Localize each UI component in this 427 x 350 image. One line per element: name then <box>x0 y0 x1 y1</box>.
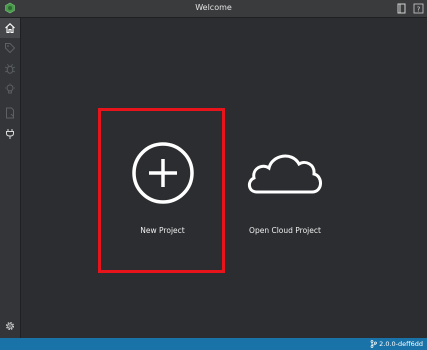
tag-icon <box>5 43 16 54</box>
sidebar-item-home[interactable] <box>0 18 20 38</box>
gear-icon <box>5 321 15 331</box>
book-icon[interactable] <box>396 3 407 14</box>
sidebar-item-document[interactable] <box>0 103 20 123</box>
branch-icon <box>370 340 377 348</box>
selection-highlight <box>98 108 225 273</box>
sidebar-item-debug[interactable] <box>0 59 20 79</box>
home-icon <box>5 23 15 34</box>
document-icon <box>6 107 14 119</box>
sidebar <box>0 18 21 338</box>
sidebar-item-tag[interactable] <box>0 38 20 58</box>
version-label: 2.0.0-deff6dd <box>379 340 423 348</box>
help-icon[interactable]: ? <box>413 3 424 14</box>
cloud-icon <box>248 154 322 194</box>
bug-icon <box>4 63 16 74</box>
open-cloud-project-card[interactable]: Open Cloud Project <box>240 140 330 240</box>
lightbulb-icon <box>5 83 15 94</box>
status-bar: 2.0.0-deff6dd <box>0 338 427 350</box>
sidebar-item-ideas[interactable] <box>0 79 20 99</box>
plug-icon <box>6 129 14 139</box>
settings-button[interactable] <box>0 316 20 336</box>
sidebar-item-plugins[interactable] <box>0 124 20 144</box>
window-title: Welcome <box>195 3 232 12</box>
svg-text:?: ? <box>417 6 421 14</box>
title-bar: Welcome ? <box>0 0 427 18</box>
open-cloud-project-label: Open Cloud Project <box>249 226 321 235</box>
version-indicator[interactable]: 2.0.0-deff6dd <box>370 340 423 348</box>
